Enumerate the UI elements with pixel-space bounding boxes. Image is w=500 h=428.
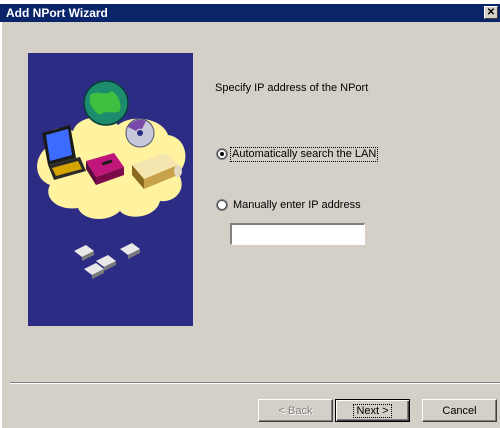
title-bar: Add NPort Wizard ✕ <box>0 4 500 22</box>
next-button-label: Next > <box>353 403 392 418</box>
close-icon: ✕ <box>486 7 496 18</box>
option-manual-entry-label[interactable]: Manually enter IP address <box>233 199 361 212</box>
globe-icon <box>83 80 129 126</box>
wizard-window: Add NPort Wizard ✕ Specify IP address of… <box>0 4 500 428</box>
ip-address-input[interactable] <box>230 223 365 245</box>
cancel-button[interactable]: Cancel <box>422 399 497 422</box>
close-button[interactable]: ✕ <box>484 6 498 19</box>
radio-manual-entry[interactable] <box>216 199 228 211</box>
back-button[interactable]: < Back <box>258 399 333 422</box>
option-auto-search-label[interactable]: Automatically search the LAN <box>230 147 379 162</box>
wizard-illustration <box>28 53 193 326</box>
cd-icon <box>125 118 155 148</box>
button-separator <box>10 382 500 384</box>
prompt-text: Specify IP address of the NPort <box>215 82 369 94</box>
window-left-edge <box>0 22 2 428</box>
window-title: Add NPort Wizard <box>6 6 108 20</box>
next-button[interactable]: Next > <box>335 399 410 422</box>
radio-auto-search[interactable] <box>216 148 228 160</box>
